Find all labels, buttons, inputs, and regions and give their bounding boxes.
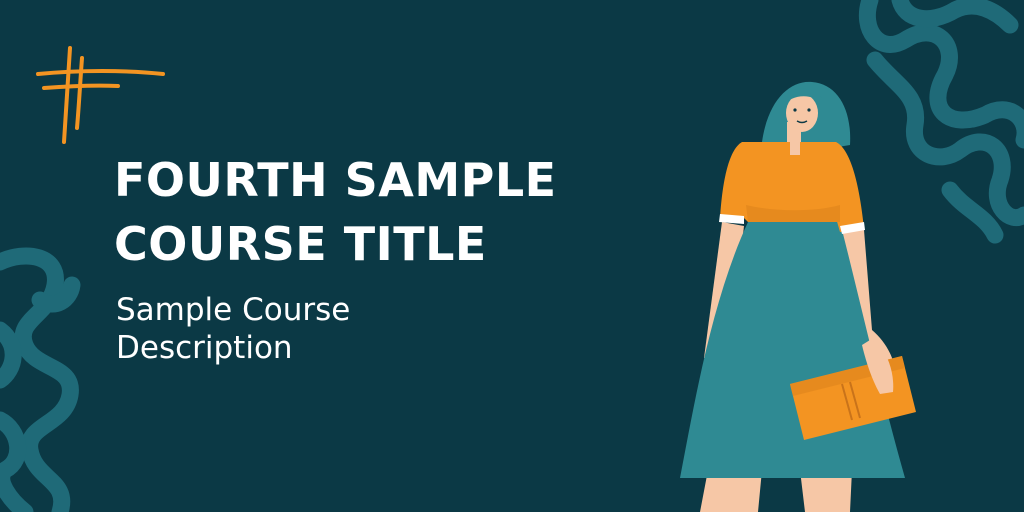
squiggle-left <box>0 247 81 512</box>
squiggle-top-right <box>858 0 1024 244</box>
face-shape <box>786 94 818 132</box>
course-title-line-1: FOURTH SAMPLE <box>114 153 557 207</box>
course-description-line-2: Description <box>116 330 293 366</box>
course-title: FOURTH SAMPLE COURSE TITLE <box>114 148 557 276</box>
course-banner: FOURTH SAMPLE COURSE TITLE Sample Course… <box>0 0 1024 512</box>
course-description: Sample Course Description <box>116 291 350 367</box>
woman-holding-clutch-illustration <box>680 81 916 512</box>
course-title-line-2: COURSE TITLE <box>114 217 487 271</box>
course-description-line-1: Sample Course <box>116 292 351 328</box>
hashtag-doodle-icon <box>36 46 165 144</box>
